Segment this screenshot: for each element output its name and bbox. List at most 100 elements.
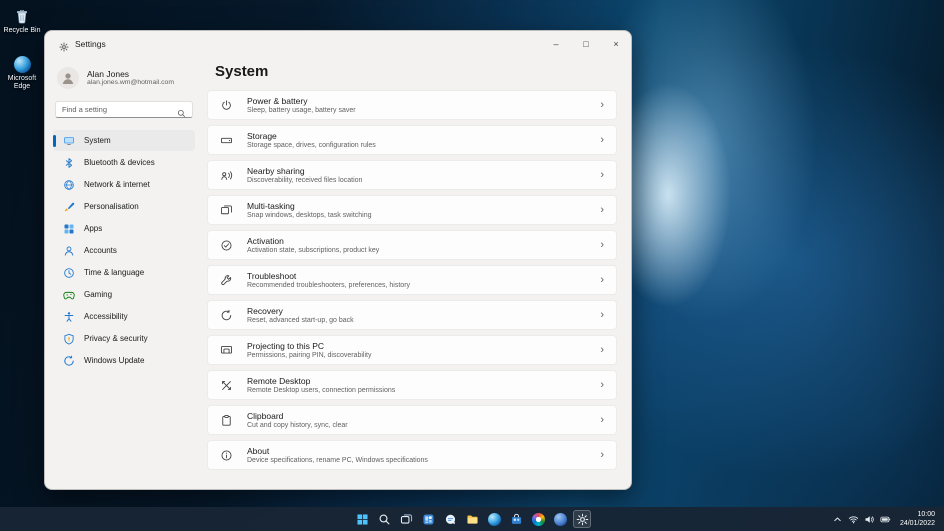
sidebar: Alan Jones alan.jones.wm@hotmail.com Sys… bbox=[45, 57, 203, 489]
system-icon bbox=[63, 135, 75, 147]
card-subtitle: Device specifications, rename PC, Window… bbox=[247, 456, 428, 464]
sidebar-item-gaming[interactable]: Gaming bbox=[53, 284, 195, 305]
taskbar-tb-search-icon[interactable] bbox=[375, 510, 393, 528]
profile[interactable]: Alan Jones alan.jones.wm@hotmail.com bbox=[53, 61, 195, 97]
avatar bbox=[57, 67, 79, 89]
volume-icon[interactable] bbox=[863, 512, 877, 526]
titlebar[interactable]: Settings – □ × bbox=[45, 31, 631, 57]
card-title: About bbox=[247, 445, 270, 456]
tray-time: 10:00 bbox=[917, 511, 935, 518]
apps-icon bbox=[63, 223, 75, 235]
settings-card-list: Power & battery Sleep, battery usage, bat… bbox=[207, 90, 617, 470]
update-icon bbox=[63, 355, 75, 367]
wifi-icon[interactable] bbox=[847, 512, 861, 526]
taskbar-clock[interactable]: 10:00 24/01/2022 bbox=[896, 510, 940, 528]
sidebar-item-label: Windows Update bbox=[84, 356, 145, 365]
taskbar-file-explorer-icon[interactable] bbox=[463, 510, 481, 528]
chevron-right-icon: › bbox=[600, 133, 604, 146]
tray-icons bbox=[831, 512, 893, 526]
sidebar-item-time-language[interactable]: Time & language bbox=[53, 262, 195, 283]
settings-window: Settings – □ × Alan Jones alan.jones.wm@… bbox=[44, 30, 632, 490]
sidebar-item-label: Apps bbox=[84, 224, 103, 233]
clipboard-icon bbox=[220, 414, 233, 427]
remote-icon bbox=[220, 379, 233, 392]
sidebar-item-bluetooth-devices[interactable]: Bluetooth & devices bbox=[53, 152, 195, 173]
sidebar-item-label: Network & internet bbox=[84, 180, 150, 189]
minimize-button[interactable]: – bbox=[541, 31, 571, 57]
edge-icon bbox=[13, 55, 31, 73]
sidebar-item-label: Time & language bbox=[84, 268, 145, 277]
page-title: System bbox=[215, 63, 269, 80]
nearby-icon bbox=[220, 169, 233, 182]
sidebar-item-apps[interactable]: Apps bbox=[53, 218, 195, 239]
recovery-icon bbox=[220, 309, 233, 322]
settings-card-activation[interactable]: Activation Activation state, subscription… bbox=[207, 230, 617, 260]
taskbar-widgets-icon[interactable] bbox=[419, 510, 437, 528]
sidebar-item-privacy-security[interactable]: Privacy & security bbox=[53, 328, 195, 349]
desktop-icon-recycle-bin[interactable]: Recycle Bin bbox=[0, 7, 44, 35]
settings-card-remote-desktop[interactable]: Remote Desktop Remote Desktop users, conn… bbox=[207, 370, 617, 400]
settings-card-power-battery[interactable]: Power & battery Sleep, battery usage, bat… bbox=[207, 90, 617, 120]
settings-card-clipboard[interactable]: Clipboard Cut and copy history, sync, cle… bbox=[207, 405, 617, 435]
taskbar-store-icon[interactable] bbox=[507, 510, 525, 528]
settings-card-troubleshoot[interactable]: Troubleshoot Recommended troubleshooters,… bbox=[207, 265, 617, 295]
recycle-bin-icon bbox=[13, 7, 31, 25]
time-icon bbox=[63, 267, 75, 279]
settings-card-multi-tasking[interactable]: Multi-tasking Snap windows, desktops, tas… bbox=[207, 195, 617, 225]
chevron-right-icon: › bbox=[600, 98, 604, 111]
settings-card-about[interactable]: About Device specifications, rename PC, W… bbox=[207, 440, 617, 470]
card-title: Multi-tasking bbox=[247, 200, 295, 211]
settings-card-recovery[interactable]: Recovery Reset, advanced start-up, go bac… bbox=[207, 300, 617, 330]
card-title: Clipboard bbox=[247, 410, 284, 421]
chevron-right-icon: › bbox=[600, 343, 604, 356]
chevron-right-icon: › bbox=[600, 238, 604, 251]
search-icon bbox=[177, 105, 186, 118]
taskbar-photos-icon[interactable] bbox=[529, 510, 547, 528]
card-title: Activation bbox=[247, 235, 284, 246]
sidebar-item-system[interactable]: System bbox=[53, 130, 195, 151]
taskbar-tray: 10:00 24/01/2022 bbox=[831, 510, 940, 528]
projecting-icon bbox=[220, 344, 233, 357]
battery-icon[interactable] bbox=[879, 512, 893, 526]
close-button[interactable]: × bbox=[601, 31, 631, 57]
chevron-right-icon: › bbox=[600, 273, 604, 286]
sidebar-item-windows-update[interactable]: Windows Update bbox=[53, 350, 195, 371]
sidebar-item-label: Gaming bbox=[84, 290, 113, 299]
taskbar-start-icon[interactable] bbox=[353, 510, 371, 528]
taskbar-settings-icon[interactable] bbox=[573, 510, 591, 528]
bluetooth-icon bbox=[63, 157, 75, 169]
sidebar-item-network-internet[interactable]: Network & internet bbox=[53, 174, 195, 195]
taskbar: 10:00 24/01/2022 bbox=[0, 507, 944, 531]
sidebar-item-accounts[interactable]: Accounts bbox=[53, 240, 195, 261]
maximize-button[interactable]: □ bbox=[571, 31, 601, 57]
sidebar-item-label: Bluetooth & devices bbox=[84, 158, 155, 167]
settings-card-projecting-to-this-pc[interactable]: Projecting to this PC Permissions, pairin… bbox=[207, 335, 617, 365]
taskbar-app-blue-icon[interactable] bbox=[551, 510, 569, 528]
gaming-icon bbox=[63, 289, 75, 301]
sidebar-nav: System Bluetooth & devices Network & inter… bbox=[53, 130, 195, 371]
taskbar-edge-icon[interactable] bbox=[485, 510, 503, 528]
taskbar-task-view-icon[interactable] bbox=[397, 510, 415, 528]
sidebar-item-label: Privacy & security bbox=[84, 334, 148, 343]
sidebar-item-label: Accounts bbox=[84, 246, 117, 255]
sidebar-item-personalisation[interactable]: Personalisation bbox=[53, 196, 195, 217]
card-subtitle: Snap windows, desktops, task switching bbox=[247, 211, 372, 219]
sidebar-item-accessibility[interactable]: Accessibility bbox=[53, 306, 195, 327]
chevron-right-icon: › bbox=[600, 378, 604, 391]
card-subtitle: Reset, advanced start-up, go back bbox=[247, 316, 354, 324]
taskbar-center bbox=[353, 510, 591, 528]
settings-card-nearby-sharing[interactable]: Nearby sharing Discoverability, received … bbox=[207, 160, 617, 190]
profile-name: Alan Jones bbox=[87, 69, 130, 79]
window-title: Settings bbox=[75, 39, 106, 49]
chevron-right-icon: › bbox=[600, 203, 604, 216]
desktop-icon-label: Recycle Bin bbox=[3, 27, 41, 34]
taskbar-chat-icon[interactable] bbox=[441, 510, 459, 528]
card-subtitle: Storage space, drives, configuration rul… bbox=[247, 141, 376, 149]
search-input[interactable] bbox=[62, 105, 177, 114]
search-box bbox=[55, 101, 193, 118]
desktop-icon-microsoft-edge[interactable]: Microsoft Edge bbox=[0, 55, 44, 91]
tray-date: 24/01/2022 bbox=[899, 520, 935, 527]
chevron-up-icon[interactable] bbox=[831, 512, 845, 526]
settings-card-storage[interactable]: Storage Storage space, drives, configurat… bbox=[207, 125, 617, 155]
card-subtitle: Permissions, pairing PIN, discoverabilit… bbox=[247, 351, 372, 359]
